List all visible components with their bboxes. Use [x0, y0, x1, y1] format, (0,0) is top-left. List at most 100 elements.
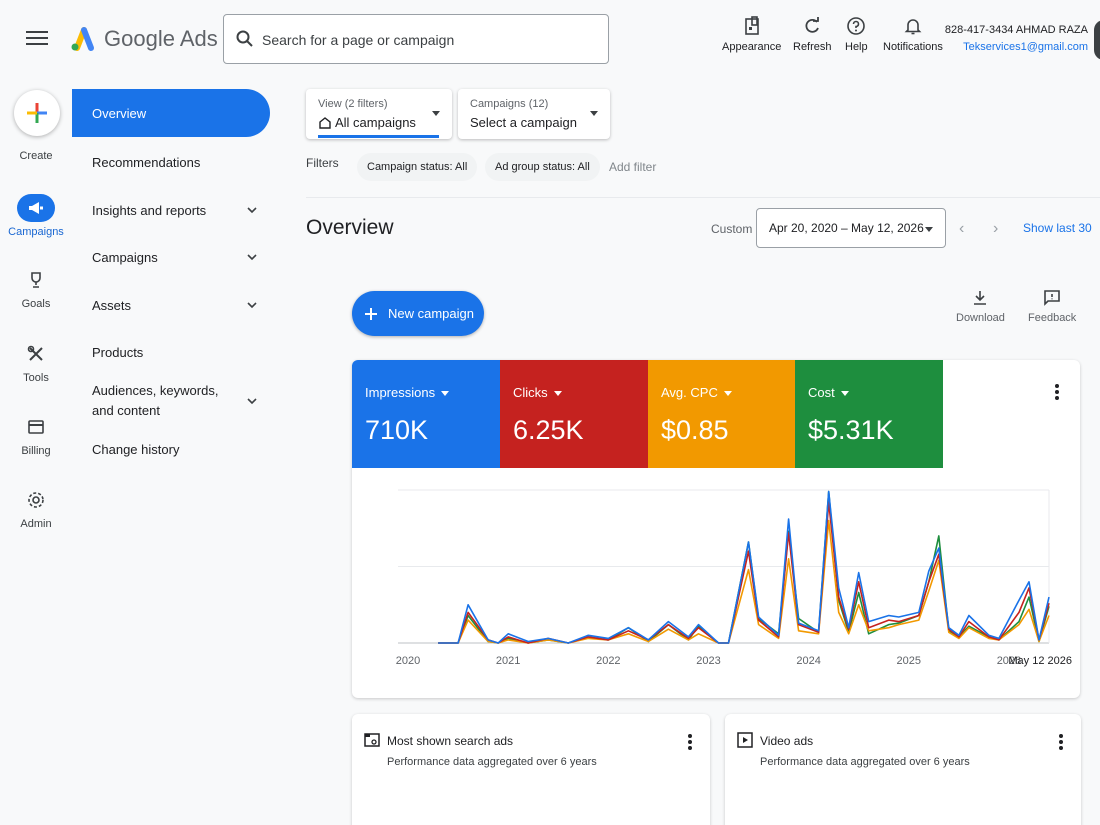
nav-label: Assets: [92, 297, 132, 313]
plus-icon: [365, 307, 377, 320]
add-filter-button[interactable]: Add filter: [609, 160, 656, 174]
metric-value: $5.31K: [808, 415, 894, 445]
rail-tools-label: Tools: [23, 372, 49, 384]
rail-item-billing[interactable]: Billing: [0, 413, 72, 457]
billing-card-icon: [28, 420, 44, 434]
filter-chip-campaign-status[interactable]: Campaign status: All: [357, 153, 478, 181]
nav-item-audiences[interactable]: Audiences, keywords, and content: [72, 380, 262, 422]
nav-item-change-history[interactable]: Change history: [72, 439, 270, 459]
nav-item-assets[interactable]: Assets: [72, 295, 270, 315]
campaign-selector-label: Campaigns (12): [470, 98, 549, 110]
view-selector-label: View (2 filters): [318, 98, 388, 110]
metric-value: 6.25K: [513, 415, 584, 445]
dropdown-caret-icon: [432, 111, 440, 116]
new-campaign-label: New campaign: [388, 306, 474, 321]
left-rail: Create Campaigns Goals Tools Billing Adm…: [0, 80, 72, 825]
appearance-label: Appearance: [722, 41, 782, 53]
previous-period-icon[interactable]: ‹: [959, 220, 964, 238]
top-bar: Google Ads Appearance Refresh Help Notif…: [0, 0, 1100, 80]
rail-item-tools[interactable]: Tools: [0, 340, 72, 384]
nav-item-products[interactable]: Products: [72, 342, 270, 362]
account-info[interactable]: 828-417-3434 AHMAD RAZA Tekservices1@gma…: [945, 24, 1088, 53]
nav-label: Change history: [92, 441, 180, 457]
metric-label: Avg. CPC: [661, 385, 732, 400]
side-nav: Overview Recommendations Insights and re…: [72, 80, 280, 825]
refresh-icon: [805, 17, 820, 33]
appearance-button[interactable]: Appearance: [722, 16, 781, 53]
notifications-button[interactable]: Notifications: [883, 16, 943, 53]
chart-x-tick-label: 2023: [696, 655, 720, 667]
nav-label: Audiences, keywords, and content: [92, 383, 219, 418]
download-label: Download: [956, 312, 1005, 324]
metric-label: Clicks: [513, 385, 562, 400]
help-icon: [847, 17, 866, 35]
chart-x-tick-label: 2021: [496, 655, 520, 667]
account-email[interactable]: Tekservices1@gmail.com: [945, 41, 1088, 53]
date-range-picker[interactable]: Apr 20, 2020 – May 12, 2026: [756, 208, 946, 248]
download-icon: [974, 291, 987, 305]
card-subtitle: Performance data aggregated over 6 years: [760, 756, 970, 768]
show-last-link[interactable]: Show last 30: [1023, 221, 1092, 235]
campaign-selector-value: Select a campaign: [470, 115, 577, 130]
card-title: Most shown search ads: [387, 734, 514, 748]
nav-item-insights[interactable]: Insights and reports: [72, 200, 270, 220]
create-plus-icon: [27, 103, 47, 123]
feedback-label: Feedback: [1028, 312, 1077, 324]
main-menu-icon[interactable]: [26, 28, 48, 48]
metric-label: Cost: [808, 385, 849, 400]
download-button[interactable]: Download: [956, 290, 1005, 324]
search-input[interactable]: [262, 28, 592, 52]
feedback-icon: [1044, 290, 1060, 306]
card-subtitle: Performance data aggregated over 6 years: [387, 756, 597, 768]
refresh-label: Refresh: [793, 41, 832, 53]
rail-item-goals[interactable]: Goals: [0, 266, 72, 310]
nav-label: Campaigns: [92, 249, 158, 265]
metric-avg-cpc[interactable]: Avg. CPC $0.85: [648, 360, 796, 468]
create-button[interactable]: [14, 90, 60, 136]
rail-goals-label: Goals: [21, 298, 51, 310]
rail-item-campaigns[interactable]: Campaigns: [0, 194, 72, 238]
notifications-icon: [904, 19, 922, 35]
nav-item-campaigns[interactable]: Campaigns: [72, 247, 270, 267]
chevron-down-icon: [247, 207, 257, 214]
divider: [306, 197, 1100, 198]
chevron-down-icon: [247, 302, 257, 309]
feedback-button[interactable]: Feedback: [1028, 290, 1076, 324]
refresh-button[interactable]: Refresh: [793, 16, 832, 53]
nav-item-recommendations[interactable]: Recommendations: [72, 152, 270, 172]
page-title: Overview: [306, 216, 394, 239]
gear-icon: [28, 492, 44, 508]
more-options-icon[interactable]: [1055, 734, 1067, 750]
nav-item-overview[interactable]: Overview: [72, 89, 270, 137]
new-campaign-button[interactable]: New campaign: [352, 291, 484, 336]
rail-item-admin[interactable]: Admin: [0, 486, 72, 530]
most-shown-search-ads-card: Most shown search ads Performance data a…: [352, 714, 710, 825]
card-title: Video ads: [760, 734, 814, 748]
next-period-icon[interactable]: ›: [993, 220, 998, 238]
metric-impressions[interactable]: Impressions 710K: [352, 360, 500, 468]
appearance-icon: [744, 16, 759, 35]
more-options-icon[interactable]: [684, 734, 696, 750]
search-box[interactable]: [223, 14, 609, 64]
home-icon: [319, 117, 331, 129]
metric-value: 710K: [365, 415, 429, 445]
google-ads-logo: [71, 27, 94, 51]
more-options-icon[interactable]: [1051, 384, 1063, 400]
nav-label: Overview: [92, 105, 147, 121]
chart-x-tick-label: 2020: [396, 655, 420, 667]
megaphone-icon: [29, 202, 43, 214]
help-button[interactable]: Help: [845, 16, 868, 53]
notifications-label: Notifications: [883, 41, 943, 53]
date-mode-label: Custom: [711, 222, 753, 236]
nav-label: Products: [92, 344, 144, 360]
view-selector[interactable]: View (2 filters) All campaigns: [306, 89, 452, 139]
chevron-down-icon: [247, 398, 257, 405]
metric-value: $0.85: [661, 415, 729, 445]
campaign-selector[interactable]: Campaigns (12) Select a campaign: [458, 89, 610, 139]
chart-series-line: [438, 519, 1050, 644]
metric-clicks[interactable]: Clicks 6.25K: [500, 360, 648, 468]
avatar[interactable]: [1094, 20, 1100, 60]
video-ads-icon: [737, 732, 753, 748]
filter-chip-ad-group-status[interactable]: Ad group status: All: [485, 153, 600, 181]
metric-cost[interactable]: Cost $5.31K: [795, 360, 943, 468]
